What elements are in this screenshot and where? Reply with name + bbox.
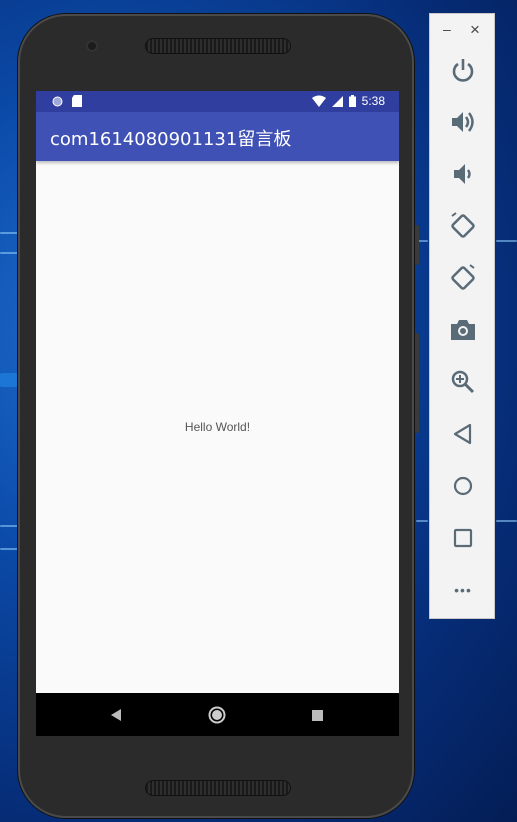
overview-button[interactable] — [447, 522, 479, 554]
nav-home-button[interactable] — [207, 705, 227, 725]
top-speaker — [145, 38, 291, 54]
close-button[interactable]: × — [470, 20, 480, 40]
volume-down-button[interactable] — [447, 158, 479, 190]
windows-logo-fragment — [0, 373, 18, 387]
back-icon — [111, 709, 121, 721]
back-icon — [453, 423, 472, 445]
overview-icon — [453, 528, 473, 548]
rotate-right-button[interactable] — [447, 262, 479, 294]
wifi-icon — [311, 95, 326, 107]
zoom-button[interactable] — [447, 366, 479, 398]
light-streak — [496, 240, 517, 242]
light-streak — [496, 520, 517, 522]
bottom-speaker — [145, 780, 291, 796]
volume-up-icon — [452, 112, 474, 132]
home-button[interactable] — [447, 470, 479, 502]
home-icon — [453, 476, 473, 496]
emulator-toolbar: – × ••• — [429, 13, 495, 619]
hello-world-text: Hello World! — [184, 420, 251, 434]
more-icon: ••• — [454, 582, 472, 598]
status-time: 5:38 — [361, 94, 385, 108]
app-bar: com1614080901131留言板 — [36, 112, 399, 161]
screenshot-button[interactable] — [447, 314, 479, 346]
side-button — [415, 333, 419, 433]
battery-icon — [348, 95, 356, 107]
more-button[interactable]: ••• — [447, 574, 479, 606]
power-button[interactable] — [447, 54, 479, 86]
sd-card-icon — [72, 95, 82, 107]
volume-rocker — [415, 225, 419, 265]
minimize-button[interactable]: – — [443, 21, 451, 37]
nav-recents-button[interactable] — [307, 705, 327, 725]
rotate-right-icon — [451, 264, 475, 290]
device-screen: 5:38 com1614080901131留言板 Hello World! — [36, 91, 399, 736]
zoom-icon — [451, 370, 475, 394]
home-icon — [208, 706, 226, 724]
app-title: com1614080901131留言板 — [50, 129, 292, 150]
light-streak — [0, 232, 20, 234]
volume-down-icon — [454, 164, 471, 184]
status-bar: 5:38 — [36, 91, 399, 112]
light-streak — [0, 252, 18, 254]
light-streak — [416, 520, 428, 522]
navigation-bar — [36, 693, 399, 736]
rotate-left-button[interactable] — [447, 210, 479, 242]
back-button[interactable] — [447, 418, 479, 450]
volume-up-button[interactable] — [447, 106, 479, 138]
cell-signal-icon — [331, 95, 343, 107]
recents-icon — [311, 709, 323, 721]
camera-icon — [451, 320, 475, 340]
nav-back-button[interactable] — [106, 705, 126, 725]
toolbar-window-controls: – × — [430, 20, 496, 40]
notification-dot-icon — [52, 96, 63, 107]
power-icon — [452, 59, 474, 82]
light-streak — [0, 525, 20, 527]
rotate-left-icon — [451, 212, 475, 238]
light-streak — [0, 548, 18, 550]
front-camera — [86, 40, 98, 52]
